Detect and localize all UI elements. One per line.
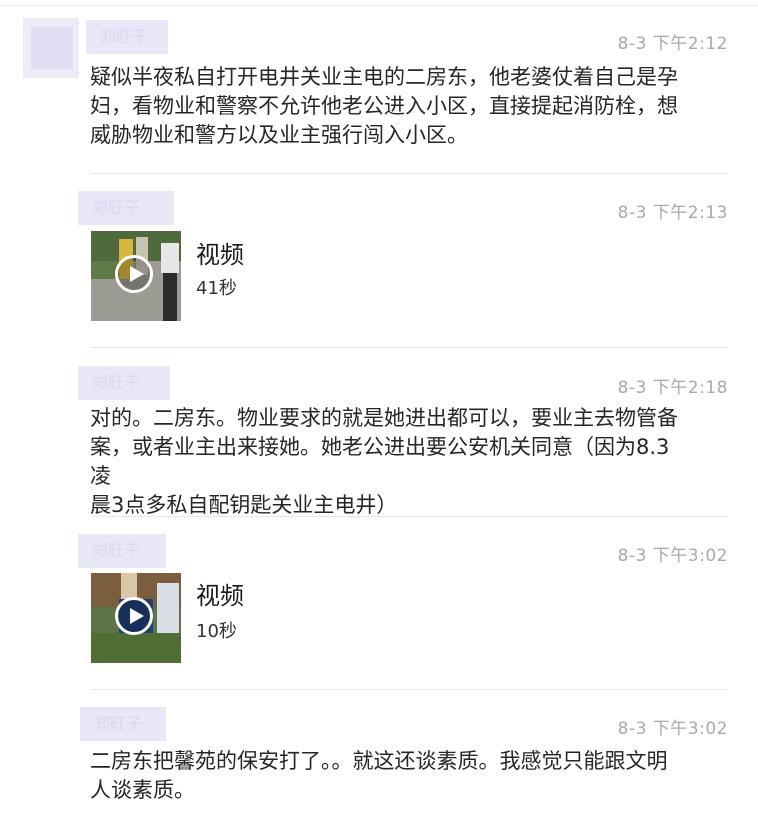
video-thumbnail[interactable] bbox=[91, 573, 181, 663]
message-text: 对的。二房东。物业要求的就是她进出都可以，要业主去物管备 案，或者业主出来接她。… bbox=[90, 406, 678, 517]
sender-name[interactable]: 郑旺子 bbox=[86, 20, 168, 54]
sender-name[interactable]: 郑旺子 bbox=[80, 707, 166, 741]
message-time: 8-3 下午3:02 bbox=[617, 546, 728, 566]
message-divider bbox=[91, 173, 728, 174]
message-divider bbox=[91, 516, 728, 517]
sender-name[interactable]: 郑旺子 bbox=[78, 534, 166, 568]
sender-name[interactable]: 郑旺子 bbox=[78, 366, 170, 400]
sender-name[interactable]: 郑旺子 bbox=[78, 191, 174, 225]
video-duration: 10秒 bbox=[196, 621, 237, 642]
video-duration: 41秒 bbox=[196, 278, 237, 299]
message-divider bbox=[91, 689, 728, 690]
play-icon[interactable] bbox=[115, 597, 153, 635]
message-divider bbox=[91, 347, 728, 348]
message-time: 8-3 下午2:12 bbox=[617, 34, 728, 54]
message-time: 8-3 下午2:13 bbox=[617, 203, 728, 223]
message-text: 二房东把馨苑的保安打了。。就这还谈素质。我感觉只能跟文明 人谈素质。 bbox=[90, 749, 668, 802]
message-time: 8-3 下午3:02 bbox=[617, 719, 728, 739]
video-title: 视频 bbox=[196, 582, 244, 610]
message-time: 8-3 下午2:18 bbox=[617, 378, 728, 398]
video-title: 视频 bbox=[196, 241, 244, 269]
play-icon[interactable] bbox=[115, 255, 153, 293]
message-text: 疑似半夜私自打开电井关业主电的二房东，他老婆仗着自己是孕 妇，看物业和警察不允许… bbox=[90, 65, 678, 147]
avatar[interactable] bbox=[23, 18, 79, 78]
top-divider bbox=[0, 5, 758, 6]
video-thumbnail[interactable] bbox=[91, 231, 181, 321]
